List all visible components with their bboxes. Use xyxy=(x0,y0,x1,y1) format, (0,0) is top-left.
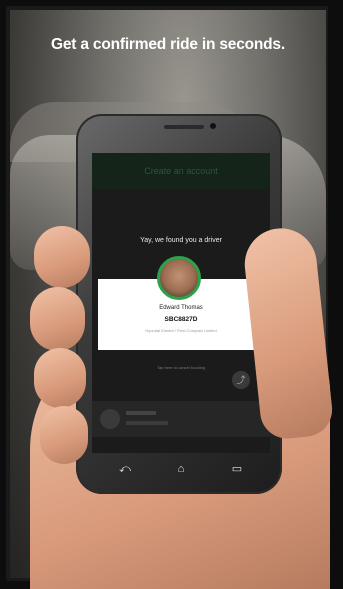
app-topbar: Create an account xyxy=(92,153,270,189)
driver-plate: SBC8827D xyxy=(164,316,198,323)
driver-avatar xyxy=(157,256,201,300)
home-icon[interactable]: ⌂ xyxy=(168,462,194,476)
driver-name: Edward Thomas xyxy=(159,305,203,311)
back-icon[interactable]: ⤺ xyxy=(112,462,138,476)
ad-frame: Get a confirmed ride in seconds. Create … xyxy=(0,0,343,589)
headline: Get a confirmed ride in seconds. xyxy=(51,36,285,53)
mini-line xyxy=(126,411,156,415)
vehicle-line: Hyundai Elantra / Flexi Compact Limited xyxy=(145,328,217,333)
cancel-booking-link[interactable]: Tap here to cancel booking xyxy=(92,365,270,370)
share-icon[interactable]: ⤴ xyxy=(232,371,250,389)
mini-avatar xyxy=(100,409,120,429)
finger xyxy=(30,287,85,351)
driver-bottom-bar xyxy=(92,401,270,437)
android-nav-bar: ⤺ ⌂ ▭ xyxy=(92,458,270,482)
mini-line xyxy=(126,421,168,425)
phone-screen: Create an account Yay, we found you a dr… xyxy=(92,153,270,453)
recent-apps-icon[interactable]: ▭ xyxy=(224,462,250,476)
finger xyxy=(40,406,88,464)
earpiece xyxy=(164,125,204,129)
finger xyxy=(34,348,86,408)
driver-found-text: Yay, we found you a driver xyxy=(140,237,222,244)
finger xyxy=(34,226,90,288)
front-camera xyxy=(210,123,216,129)
